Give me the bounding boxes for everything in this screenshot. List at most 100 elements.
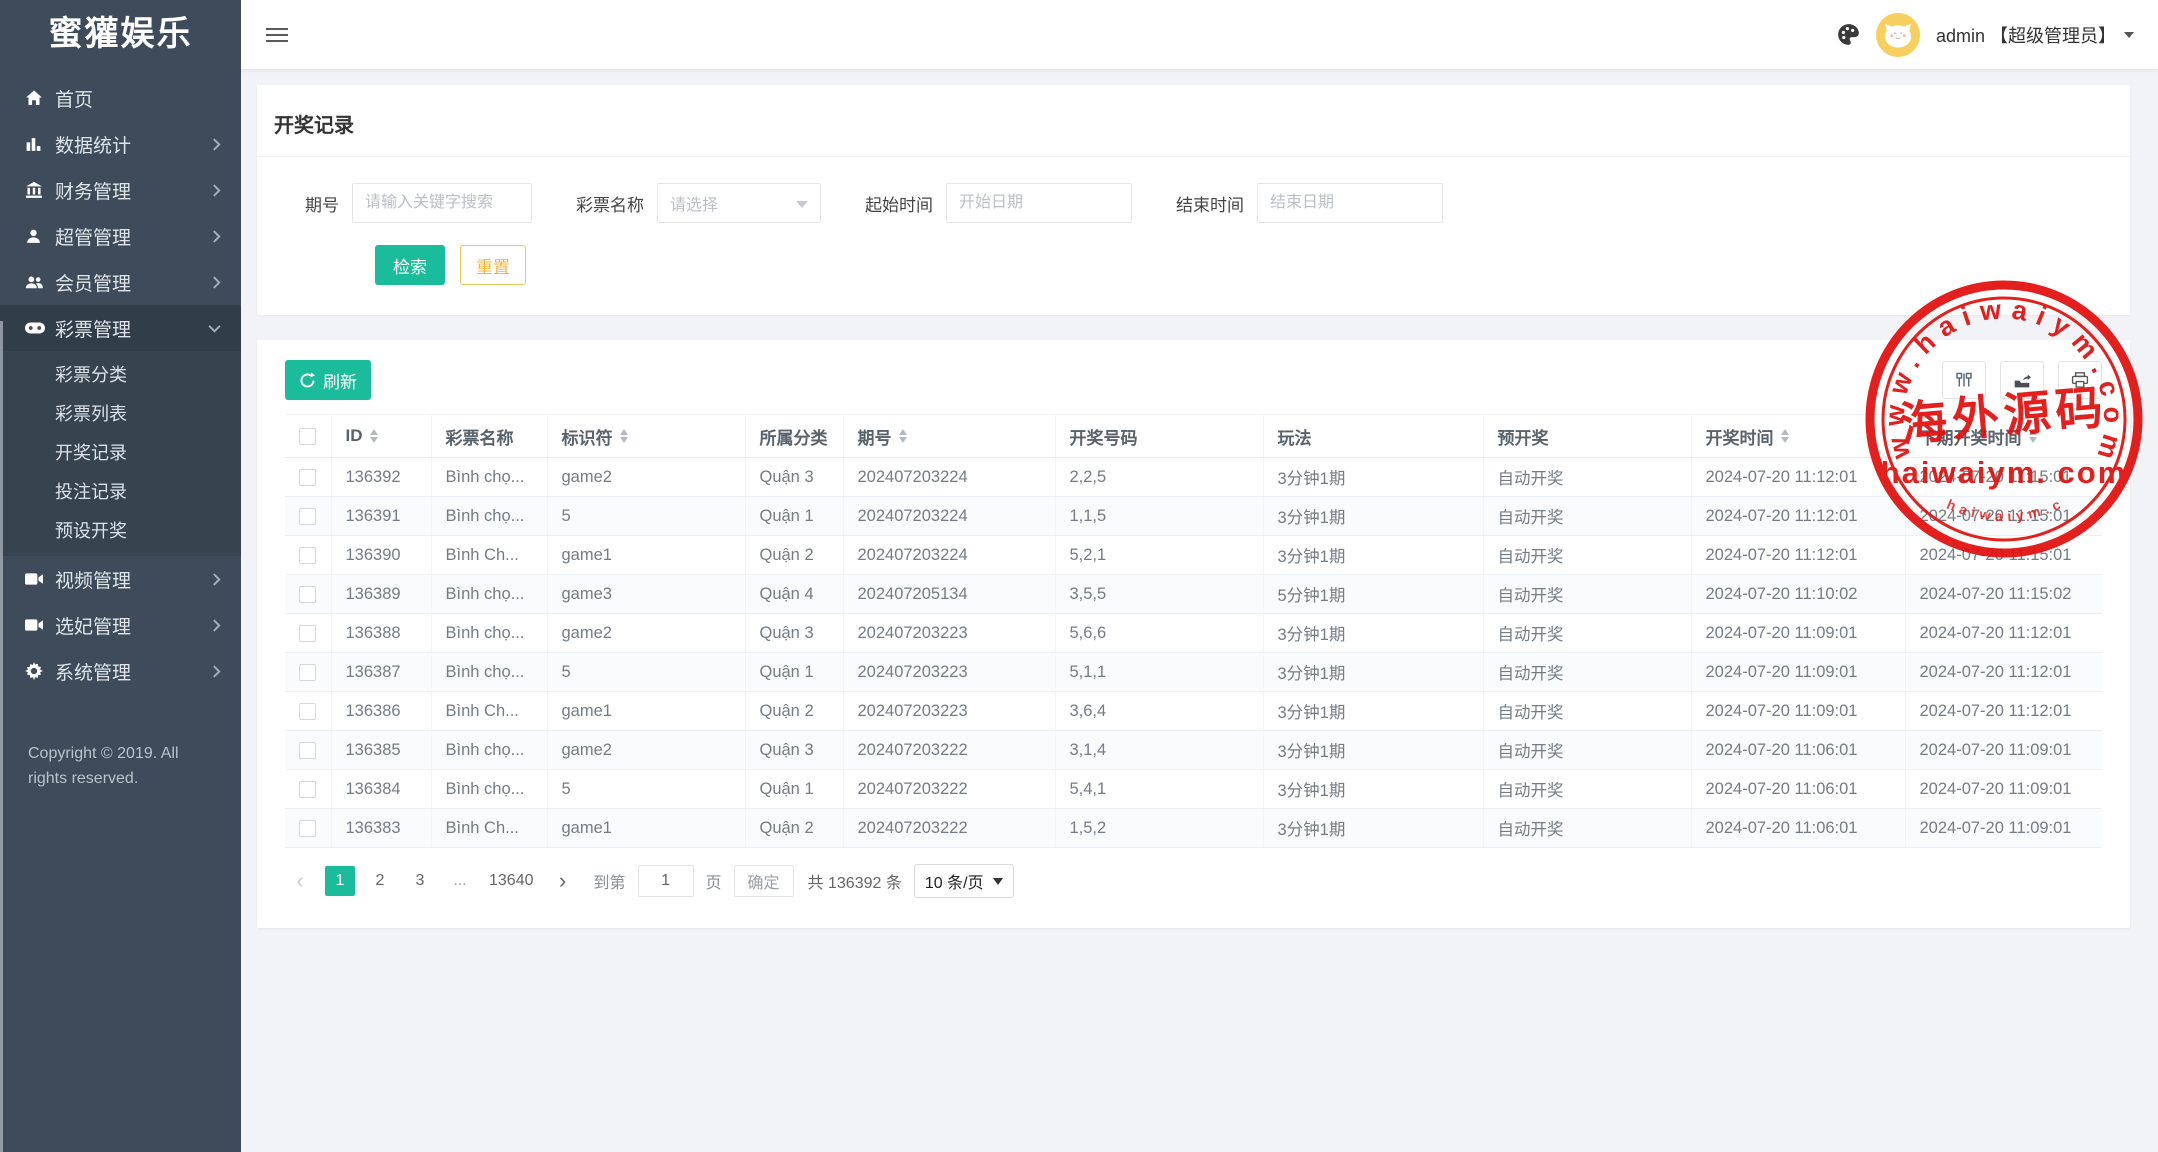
admin-label: admin 【超级管理员】 (1935, 25, 2116, 46)
page-button-13640[interactable]: 13640 (485, 866, 538, 896)
filter-columns-button[interactable] (1942, 361, 1986, 399)
table-cell: 5,2,1 (1055, 535, 1264, 575)
bank-icon (25, 181, 55, 199)
admin-dropdown[interactable]: admin 【超级管理员】 (1936, 22, 2134, 48)
table-cell: 136392 (331, 457, 432, 497)
refresh-button[interactable]: 刷新 (285, 360, 371, 400)
select-all-checkbox[interactable] (299, 428, 317, 446)
sidebar-item-home[interactable]: 首页 (0, 75, 241, 121)
row-checkbox[interactable] (299, 546, 317, 564)
table-cell: 2024-07-20 11:12:01 (1691, 457, 1906, 497)
table-cell: 202407203222 (843, 730, 1056, 770)
table-cell: Bình chọ... (431, 652, 548, 692)
sidebar-item-admin-mgmt[interactable]: 超管管理 (0, 213, 241, 259)
table-cell: 2024-07-20 11:09:01 (1691, 652, 1906, 692)
search-form: 期号 彩票名称请选择 起始时间 结束时间 (257, 157, 2130, 223)
hamburger-menu-icon[interactable] (266, 24, 288, 46)
table-cell: 136388 (331, 613, 432, 653)
table-cell: 1,1,5 (1055, 496, 1264, 536)
copyright-text: Copyright © 2019. All rights reserved. (28, 745, 179, 787)
sort-icon[interactable] (2028, 425, 2037, 447)
table-cell: 202407203222 (843, 808, 1056, 848)
sort-icon[interactable] (898, 425, 907, 447)
table-cell: 136387 (331, 652, 432, 692)
submenu-item-lottery-list[interactable]: 彩票列表 (0, 395, 241, 434)
table-cell: 1,5,2 (1055, 808, 1264, 848)
table-cell: 2024-07-20 11:15:01 (1905, 496, 2102, 536)
page-button-3[interactable]: 3 (405, 866, 435, 896)
submenu-item-lottery-category[interactable]: 彩票分类 (0, 356, 241, 395)
table-cell: game3 (547, 574, 746, 614)
sidebar-item-data-stats[interactable]: 数据统计 (0, 121, 241, 167)
page-title: 开奖记录 (257, 85, 2130, 157)
lottery-name-select[interactable]: 请选择 (657, 183, 821, 223)
chevron-right-icon (212, 275, 221, 289)
gamepad-icon (25, 321, 55, 335)
chevron-right-icon (212, 572, 221, 586)
row-checkbox[interactable] (299, 702, 317, 720)
sidebar-item-finance-mgmt[interactable]: 财务管理 (0, 167, 241, 213)
table-cell: 自动开奖 (1483, 691, 1692, 731)
page-button-2[interactable]: 2 (365, 866, 395, 896)
submenu-item-bet-records[interactable]: 投注记录 (0, 473, 241, 512)
row-checkbox[interactable] (299, 585, 317, 603)
page-button-1[interactable]: 1 (325, 866, 355, 896)
table-cell: 136386 (331, 691, 432, 731)
sort-icon[interactable] (1780, 425, 1789, 447)
row-checkbox[interactable] (299, 741, 317, 759)
reset-button[interactable]: 重置 (460, 245, 526, 285)
sidebar-item-video-mgmt[interactable]: 视频管理 (0, 556, 241, 602)
sidebar-item-member-mgmt[interactable]: 会员管理 (0, 259, 241, 305)
table-cell: Bình chọ... (431, 574, 548, 614)
row-checkbox[interactable] (299, 507, 317, 525)
end-time-label: 结束时间 (1176, 195, 1244, 215)
page-size-select[interactable]: 10 条/页 (913, 864, 1014, 898)
confirm-button[interactable]: 确定 (733, 865, 794, 897)
column-header: ID (331, 414, 432, 458)
table-cell: 自动开奖 (1483, 574, 1692, 614)
row-checkbox[interactable] (299, 663, 317, 681)
table-cell: 136384 (331, 769, 432, 809)
column-header: 所属分类 (745, 414, 844, 458)
start-time-input[interactable] (946, 183, 1132, 223)
table-cell: 5分钟1期 (1263, 574, 1484, 614)
draw-records-table: ID 彩票名称 标识符 所属分类 期号 开奖号码 玩法 预开奖 开奖时间 下期开奖时间 136392… (285, 414, 2102, 848)
print-button[interactable] (2058, 361, 2102, 399)
submenu-item-draw-records[interactable]: 开奖记录 (0, 434, 241, 473)
table-cell: 2024-07-20 11:10:02 (1691, 574, 1906, 614)
sort-icon[interactable] (619, 425, 628, 447)
prev-page-button[interactable]: ‹ (285, 866, 315, 896)
row-checkbox[interactable] (299, 780, 317, 798)
sidebar-item-lottery-mgmt[interactable]: 彩票管理 (0, 305, 241, 351)
row-checkbox[interactable] (299, 624, 317, 642)
sort-icon[interactable] (369, 425, 378, 447)
issue-number-input[interactable] (352, 183, 532, 223)
table-row: 136384 Bình chọ... 5 Quận 1 202407203222 5,4,… (285, 769, 2102, 809)
table-cell: Quận 1 (745, 769, 844, 809)
table-cell: Quận 1 (745, 496, 844, 536)
column-header: 期号 (843, 414, 1056, 458)
table-cell: 2024-07-20 11:12:01 (1905, 691, 2102, 731)
video-icon (25, 618, 55, 632)
submenu-item-preset-draw[interactable]: 预设开奖 (0, 512, 241, 551)
export-button[interactable] (2000, 361, 2044, 399)
table-cell: 2024-07-20 11:09:01 (1905, 769, 2102, 809)
table-cell: 202407203223 (843, 691, 1056, 731)
theme-palette-icon[interactable] (1837, 23, 1860, 46)
search-button[interactable]: 检索 (375, 245, 445, 285)
sidebar-scrollbar[interactable] (0, 321, 3, 1152)
row-checkbox[interactable] (299, 819, 317, 837)
sidebar-nav: 首页 数据统计 财务管理 超管管理 会员管理 彩票管理彩票分类 彩票列表 开奖记录 投注记录 预设… (0, 75, 241, 694)
sidebar-item-system-mgmt[interactable]: 系统管理 (0, 648, 241, 694)
row-checkbox[interactable] (299, 468, 317, 486)
lottery-name-label: 彩票名称 (576, 195, 644, 215)
jump-page-input[interactable] (637, 865, 694, 897)
avatar[interactable] (1875, 12, 1920, 57)
sidebar-item-concubine-mgmt[interactable]: 选妃管理 (0, 602, 241, 648)
column-header: 标识符 (547, 414, 746, 458)
end-time-input[interactable] (1257, 183, 1443, 223)
table-cell: 2024-07-20 11:09:01 (1691, 691, 1906, 731)
table-cell: 3,5,5 (1055, 574, 1264, 614)
next-page-button[interactable]: › (548, 866, 578, 896)
table-cell: Bình chọ... (431, 613, 548, 653)
